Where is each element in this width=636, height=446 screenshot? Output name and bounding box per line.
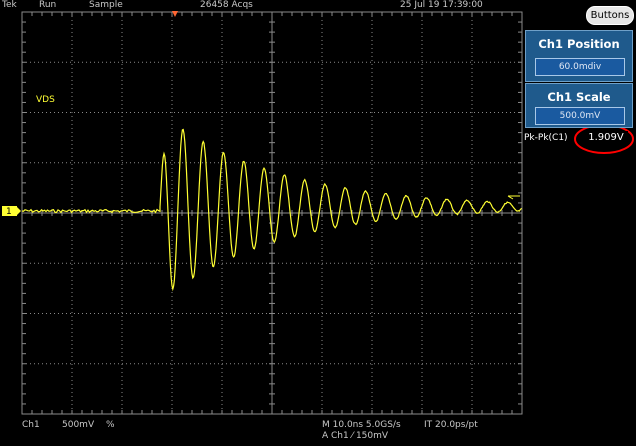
measurement-value: 1.909V	[584, 131, 628, 145]
ch1-position-panel[interactable]: Ch1 Position 60.0mdiv	[525, 30, 633, 82]
ch1-ground-label: 1	[6, 207, 12, 217]
trigger-readout: A Ch1 ⁄ 150mV	[322, 431, 389, 441]
buttons-button[interactable]: Buttons	[586, 6, 634, 25]
graticule	[21, 11, 523, 415]
ch1-position-value[interactable]: 60.0mdiv	[535, 58, 625, 76]
trigger-level-arrow	[507, 195, 520, 200]
ch1-scale-panel[interactable]: Ch1 Scale 500.0mV	[525, 83, 633, 128]
ch1-scale-title: Ch1 Scale	[547, 90, 611, 104]
measurement-label: Pk-Pk(C1)	[524, 133, 568, 143]
volts-per-div: 500mV	[62, 420, 95, 430]
ch1-ground-arrow	[17, 207, 21, 215]
coupling-icon: %	[106, 420, 115, 430]
ch1-position-title: Ch1 Position	[538, 37, 620, 51]
channel-readout: Ch1	[22, 420, 40, 430]
channel-label: VDS	[36, 95, 55, 105]
ch1-scale-value[interactable]: 500.0mV	[535, 107, 625, 125]
trigger-position-marker[interactable]	[172, 11, 178, 17]
timebase-readout: M 10.0ns 5.0GS/s	[322, 420, 401, 430]
interp-readout: IT 20.0ps/pt	[424, 420, 478, 430]
